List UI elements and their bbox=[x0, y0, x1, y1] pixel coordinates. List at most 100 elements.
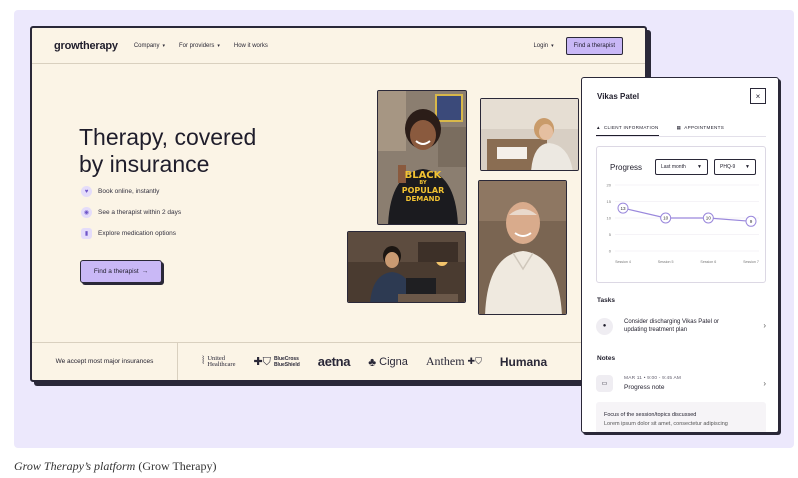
photo-writing-illustration bbox=[481, 99, 578, 170]
nav-find-therapist-button[interactable]: Find a therapist bbox=[565, 36, 623, 55]
range-select[interactable]: Last month ▼ bbox=[655, 159, 708, 175]
series-line bbox=[622, 207, 752, 222]
united-healthcare-logo-icon: ⦚ bbox=[202, 355, 205, 367]
y-tick-label: 10 bbox=[607, 216, 612, 221]
document-icon: ▭ bbox=[596, 374, 613, 392]
tab-appointments[interactable]: ▦ APPOINTMENTS bbox=[677, 125, 724, 136]
calendar-icon: ▦ bbox=[676, 125, 682, 130]
task-item[interactable]: ● Consider discharging Vikas Patel or up… bbox=[596, 312, 766, 340]
photo-older-man bbox=[478, 180, 567, 315]
tab-client-information[interactable]: ▲ CLIENT INFORMATION bbox=[596, 125, 659, 136]
insurance-strip: We accept most major insurances ⦚ United… bbox=[32, 342, 645, 380]
logo[interactable]: growtherapy bbox=[54, 40, 118, 52]
feature-see-therapist: ◉ See a therapist within 2 days bbox=[81, 207, 181, 218]
brand-bluecross: ✚⛉ BlueCross BlueShield bbox=[253, 355, 299, 369]
tab-client-information-label: CLIENT INFORMATION bbox=[603, 125, 659, 130]
close-icon[interactable]: × bbox=[750, 88, 766, 104]
alert-icon: ● bbox=[596, 317, 613, 335]
brand-bluecross-line2: BlueShield bbox=[273, 361, 300, 368]
cigna-text: Cigna bbox=[379, 355, 408, 368]
photo-man-laptop bbox=[347, 231, 466, 303]
feature-medication: ▮ Explore medication options bbox=[81, 228, 176, 239]
nav-for-providers[interactable]: For providers ▾ bbox=[179, 43, 220, 49]
task-text: Consider discharging Vikas Patel or upda… bbox=[624, 318, 763, 334]
chevron-right-icon: › bbox=[763, 321, 766, 330]
data-label: 10 bbox=[663, 216, 669, 221]
brand-humana: Humana bbox=[500, 355, 547, 369]
photo-laptop-illustration bbox=[348, 232, 465, 302]
x-tick-label: Session 4 bbox=[615, 260, 631, 264]
cigna-tree-icon: ♣ bbox=[368, 354, 377, 369]
brand-united-healthcare: ⦚ United Healthcare bbox=[202, 355, 235, 368]
photo-woman-smiling: BLACK BY POPULAR DEMAND bbox=[377, 90, 467, 225]
x-tick-label: Session 7 bbox=[743, 260, 759, 264]
humana-logo: Humana bbox=[499, 354, 548, 369]
person-icon: ▲ bbox=[596, 125, 601, 130]
chevron-down-icon: ▾ bbox=[162, 42, 166, 49]
note-body-line2: Lorem ipsum dolor sit amet, consectetur … bbox=[604, 421, 728, 427]
brand-aetna: aetna bbox=[317, 354, 351, 369]
aetna-logo: aetna bbox=[317, 354, 351, 369]
hero-title: Therapy, covered by insurance bbox=[79, 124, 299, 178]
data-label: 10 bbox=[706, 216, 712, 221]
chevron-down-icon: ▾ bbox=[551, 42, 554, 49]
x-tick-label: Session 6 bbox=[700, 260, 716, 264]
task-text-line2: updating treatment plan bbox=[624, 327, 688, 333]
progress-line-chart: 0 5 10 15 20 Session 4 Session 5 Session 6 Sessi… bbox=[607, 183, 759, 264]
feature-label: Explore medication options bbox=[98, 230, 177, 237]
hero-find-therapist-button[interactable]: Find a therapist → bbox=[80, 260, 162, 283]
tshirt-line4: DEMAND bbox=[405, 195, 441, 203]
progress-chart-card: Progress Last month ▼ PHQ-9 ▼ 0 5 10 15 20 Se… bbox=[596, 146, 766, 283]
anthem-text: Anthem bbox=[425, 354, 465, 368]
tshirt-line1: BLACK bbox=[404, 170, 442, 181]
notes-heading: Notes bbox=[597, 355, 616, 362]
note-text: MAR 11 • 9:00 - 9:45 AM Progress note bbox=[624, 376, 763, 391]
heart-icon: ♥ bbox=[81, 186, 92, 197]
x-tick-label: Session 5 bbox=[658, 260, 674, 264]
photo-woman-writing bbox=[480, 98, 579, 171]
nav-login[interactable]: Login ▾ bbox=[533, 43, 553, 49]
nav-login-label: Login bbox=[533, 42, 549, 49]
feature-label: See a therapist within 2 days bbox=[98, 209, 182, 216]
tasks-heading: Tasks bbox=[597, 297, 615, 304]
hero-title-line2: by insurance bbox=[79, 151, 210, 177]
photo-older-man-illustration bbox=[479, 181, 566, 314]
photo-woman-illustration bbox=[378, 91, 466, 224]
feature-book-online: ♥ Book online, instantly bbox=[81, 186, 159, 197]
nav-how-label: How it works bbox=[233, 42, 268, 49]
note-body: Focus of the session/topics discussed Lo… bbox=[596, 402, 766, 432]
nav-company-label: Company bbox=[133, 42, 160, 49]
chevron-right-icon: › bbox=[763, 378, 766, 388]
caret-down-icon: ▼ bbox=[697, 164, 702, 170]
chevron-down-icon: ▾ bbox=[217, 42, 220, 49]
y-tick-label: 20 bbox=[607, 183, 612, 188]
brand-united-line2: Healthcare bbox=[207, 360, 236, 368]
panel-tabs: ▲ CLIENT INFORMATION ▦ APPOINTMENTS bbox=[596, 125, 766, 137]
brand-bluecross-text: BlueCross BlueShield bbox=[274, 356, 300, 368]
note-item[interactable]: ▭ MAR 11 • 9:00 - 9:45 AM Progress note … bbox=[596, 370, 766, 396]
bluecross-blueshield-logo-icon: ✚⛉ bbox=[253, 355, 271, 368]
caret-down-icon: ▼ bbox=[745, 164, 750, 170]
note-body-line1: Focus of the session/topics discussed bbox=[604, 412, 697, 418]
pill-icon: ▮ bbox=[81, 228, 92, 239]
client-name: Vikas Patel bbox=[597, 92, 640, 101]
nav-company[interactable]: Company ▾ bbox=[134, 43, 165, 49]
tab-appointments-label: APPOINTMENTS bbox=[684, 125, 725, 130]
y-tick-label: 15 bbox=[607, 199, 612, 204]
feature-label: Book online, instantly bbox=[98, 188, 160, 195]
brand-united-text: United Healthcare bbox=[207, 355, 236, 368]
y-tick-label: 0 bbox=[609, 249, 612, 254]
note-title: Progress note bbox=[624, 383, 665, 391]
measure-select[interactable]: PHQ-9 ▼ bbox=[714, 159, 756, 175]
range-select-value: Last month bbox=[661, 164, 686, 170]
tshirt-line3: POPULAR bbox=[401, 186, 445, 195]
figure-caption: Grow Therapy’s platform (Grow Therapy) bbox=[14, 459, 216, 474]
brand-anthem: Anthem ✚⛉ bbox=[426, 354, 482, 369]
brand-bluecross-line1: BlueCross bbox=[273, 355, 299, 362]
nav-how-it-works[interactable]: How it works bbox=[234, 43, 268, 49]
nav-providers-label: For providers bbox=[179, 42, 215, 49]
insurance-label: We accept most major insurances bbox=[32, 343, 178, 380]
arrow-right-icon: → bbox=[141, 268, 149, 275]
note-meta: MAR 11 • 9:00 - 9:45 AM bbox=[624, 375, 682, 381]
measure-select-value: PHQ-9 bbox=[720, 164, 736, 170]
